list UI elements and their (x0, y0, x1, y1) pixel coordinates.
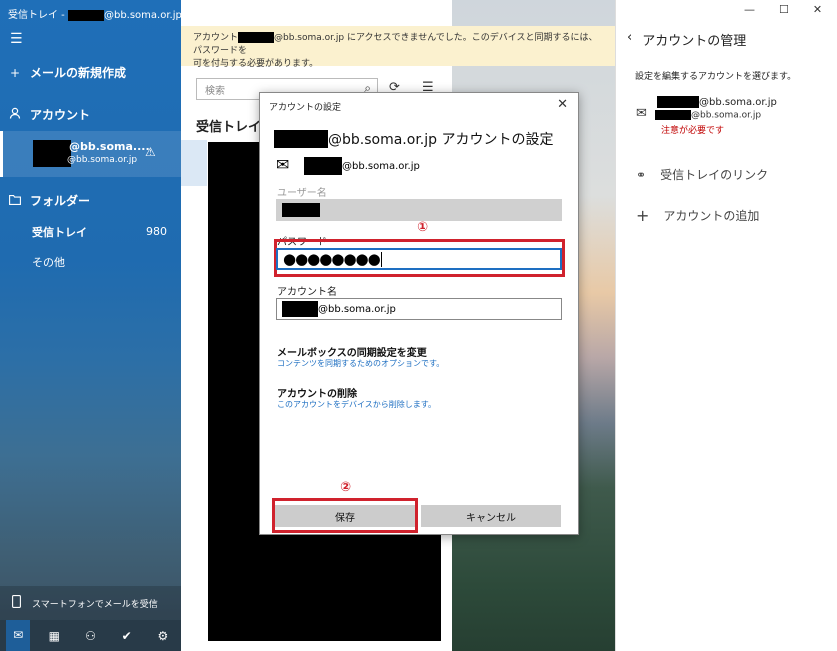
delete-account-link[interactable]: このアカウントをデバイスから削除します。 (277, 399, 436, 410)
redacted-name (655, 110, 691, 120)
manage-accounts-subtitle: 設定を編集するアカウントを選びます。 (635, 72, 797, 82)
sync-settings-heading: メールボックスの同期設定を変更 (277, 348, 427, 359)
link-inboxes-button[interactable]: ⚭ 受信トレイのリンク (636, 166, 768, 183)
right-account-email[interactable]: @bb.soma.or.jp (657, 96, 777, 108)
mail-icon: ✉ (636, 106, 647, 121)
right-account-email-secondary: @bb.soma.or.jp (655, 110, 761, 121)
redacted-username (282, 203, 320, 217)
maximize-icon[interactable]: ☐ (779, 3, 789, 16)
window-title: 受信トレイ - @bb.soma.or.jp (8, 9, 182, 21)
close-window-icon[interactable]: ✕ (813, 3, 822, 16)
inbox-count: 980 (146, 225, 167, 238)
sidebar: 受信トレイ - @bb.soma.or.jp ☰ + メールの新規作成 アカウン… (0, 0, 182, 651)
sync-settings-link[interactable]: コンテンツを同期するためのオプションです。 (277, 358, 444, 369)
minimize-icon[interactable]: — (744, 3, 755, 16)
cancel-button[interactable]: キャンセル (421, 505, 561, 527)
redacted-avatar (33, 140, 71, 167)
username-label: ユーザー名 (277, 188, 327, 199)
manage-accounts-title: ‹ アカウントの管理 (627, 30, 747, 49)
dialog-title: アカウントの設定 (269, 103, 342, 113)
save-button[interactable]: 保存 (275, 505, 415, 527)
new-mail-button[interactable]: + メールの新規作成 (0, 64, 181, 81)
account-item[interactable]: @bb.soma.... @bb.soma.or.jp ⚠ (0, 131, 181, 177)
mail-icon[interactable]: ✉ (6, 620, 31, 651)
dialog-account-email: @bb.soma.or.jp (304, 157, 420, 175)
window-controls: — ☐ ✕ (744, 3, 822, 16)
add-account-button[interactable]: + アカウントの追加 (636, 206, 759, 225)
account-name: @bb.soma.... (69, 140, 150, 153)
warning-icon: ⚠ (145, 145, 156, 159)
redacted-name (67, 9, 104, 21)
app-switcher: ✉ ▦ ⚇ ✔ ⚙ (0, 620, 181, 651)
account-settings-dialog: アカウントの設定 ✕ @bb.soma.or.jp アカウントの設定 ✉ @bb… (259, 92, 579, 535)
phone-icon (0, 595, 32, 611)
folder-icon (0, 194, 30, 208)
account-error-notice[interactable]: アカウント @bb.soma.or.jp にアクセスできませんでした。このデバイス… (181, 26, 615, 69)
account-name-label: アカウント名 (277, 287, 337, 298)
redacted-name (238, 32, 275, 43)
hamburger-icon[interactable]: ☰ (10, 31, 23, 47)
attention-needed-text: 注意が必要です (661, 126, 725, 136)
person-icon (0, 107, 30, 122)
close-icon[interactable]: ✕ (557, 97, 568, 112)
list-title: 受信トレイ (196, 120, 262, 135)
plus-icon: + (9, 65, 21, 80)
settings-icon[interactable]: ⚙ (151, 629, 175, 643)
accounts-heading[interactable]: アカウント (0, 106, 181, 123)
redacted-name (304, 157, 342, 175)
calendar-icon[interactable]: ▦ (42, 629, 66, 643)
account-email: @bb.soma.or.jp (67, 155, 138, 165)
redacted-name (282, 301, 318, 317)
redacted-name (274, 130, 328, 148)
password-field[interactable]: ●●●●●●●● (276, 248, 562, 270)
folder-other[interactable]: その他 (32, 254, 65, 270)
phone-mail-link[interactable]: スマートフォンでメールを受信 (0, 586, 181, 620)
step-marker-1: ① (417, 220, 429, 235)
folders-heading[interactable]: フォルダー (0, 192, 181, 209)
redacted-name (657, 96, 699, 108)
mail-icon: ✉ (276, 155, 290, 174)
folder-inbox[interactable]: 受信トレイ (32, 224, 87, 240)
step-marker-2: ② (340, 480, 352, 495)
selected-row-indicator (181, 140, 207, 186)
account-name-field[interactable]: @bb.soma.or.jp (276, 298, 562, 320)
people-icon[interactable]: ⚇ (78, 629, 102, 643)
mail-app: 受信トレイ - @bb.soma.or.jp ☰ + メールの新規作成 アカウン… (0, 0, 837, 651)
text-cursor (380, 251, 382, 267)
username-field (276, 199, 562, 221)
dialog-heading: @bb.soma.or.jp アカウントの設定 (274, 129, 553, 149)
link-icon: ⚭ (636, 167, 647, 182)
todo-icon[interactable]: ✔ (115, 629, 139, 643)
back-chevron-icon[interactable]: ‹ (627, 30, 632, 49)
plus-icon: + (636, 206, 650, 225)
delete-account-heading: アカウントの削除 (277, 389, 357, 400)
